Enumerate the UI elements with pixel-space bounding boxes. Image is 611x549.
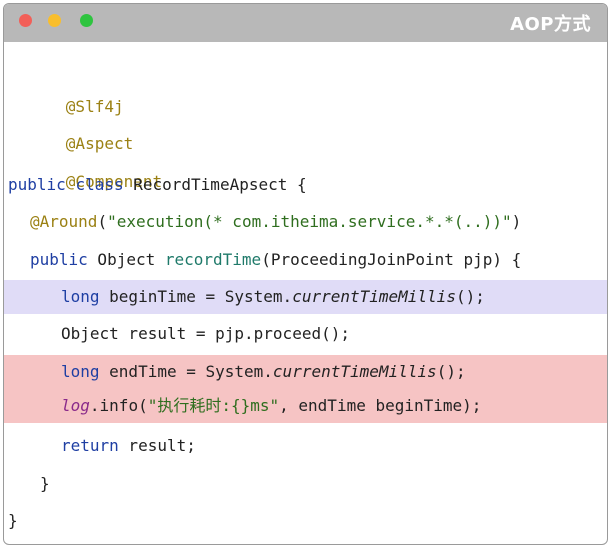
keyword: public: [30, 250, 88, 269]
code-line-1: @Slf4j: [4, 56, 607, 116]
keyword: long: [61, 362, 100, 381]
log-call: .info(: [89, 396, 148, 415]
return-statement: result;: [118, 436, 196, 455]
begin-time-assign: beginTime = System.: [99, 287, 293, 306]
code-line-7-highlighted: long beginTime = System.currentTimeMilli…: [4, 280, 607, 314]
end-time-assign: endTime = System.: [99, 362, 273, 381]
maximize-window-button[interactable]: [80, 14, 93, 27]
call-end: ();: [436, 362, 466, 381]
class-declaration: RecordTimeApsect {: [123, 175, 307, 194]
closing-brace: }: [8, 511, 18, 530]
log-args: , endTime beginTime);: [279, 396, 482, 415]
code-window: AOP方式 @Slf4j @Aspect @Component public c…: [3, 3, 608, 545]
log-format-string: "执行耗时:{}ms": [147, 396, 280, 415]
keyword: class: [75, 175, 124, 194]
method-name: recordTime: [164, 250, 262, 269]
proceed-statement: Object result = pjp.proceed();: [61, 324, 350, 343]
close-window-button[interactable]: [19, 14, 32, 27]
pointcut-string: "execution(* com.itheima.service.*.*(..)…: [107, 212, 512, 231]
closing-brace: }: [40, 474, 50, 493]
code-line-5: @Around("execution(* com.itheima.service…: [4, 205, 607, 239]
paren: (: [97, 212, 108, 231]
code-line-2: @Aspect: [4, 93, 607, 153]
minimize-window-button[interactable]: [48, 14, 61, 27]
window-title: AOP方式: [510, 14, 591, 35]
code-line-11: return result;: [4, 429, 607, 463]
return-type: Object: [87, 250, 165, 269]
code-line-13: }: [4, 504, 607, 538]
keyword: public: [8, 175, 66, 194]
code-line-12: }: [4, 467, 607, 501]
code-line-8: Object result = pjp.proceed();: [4, 317, 607, 351]
method-call: currentTimeMillis: [292, 287, 456, 306]
paren: ): [511, 212, 522, 231]
code-line-6: public Object recordTime(ProceedingJoinP…: [4, 243, 607, 277]
log-field: log: [61, 396, 90, 415]
keyword: return: [61, 436, 119, 455]
method-params: (ProceedingJoinPoint pjp) {: [261, 250, 522, 269]
keyword: long: [61, 287, 100, 306]
annotation-around: @Around: [30, 212, 98, 231]
call-end: ();: [455, 287, 485, 306]
code-line-9-highlighted: long endTime = System.currentTimeMillis(…: [4, 355, 607, 389]
code-line-3: @Component: [4, 131, 607, 191]
code-line-10-highlighted: log.info("执行耗时:{}ms", endTime beginTime)…: [4, 389, 607, 423]
code-line-4: public class RecordTimeApsect {: [4, 168, 607, 202]
method-call: currentTimeMillis: [272, 362, 437, 381]
title-bar: AOP方式: [4, 4, 607, 42]
